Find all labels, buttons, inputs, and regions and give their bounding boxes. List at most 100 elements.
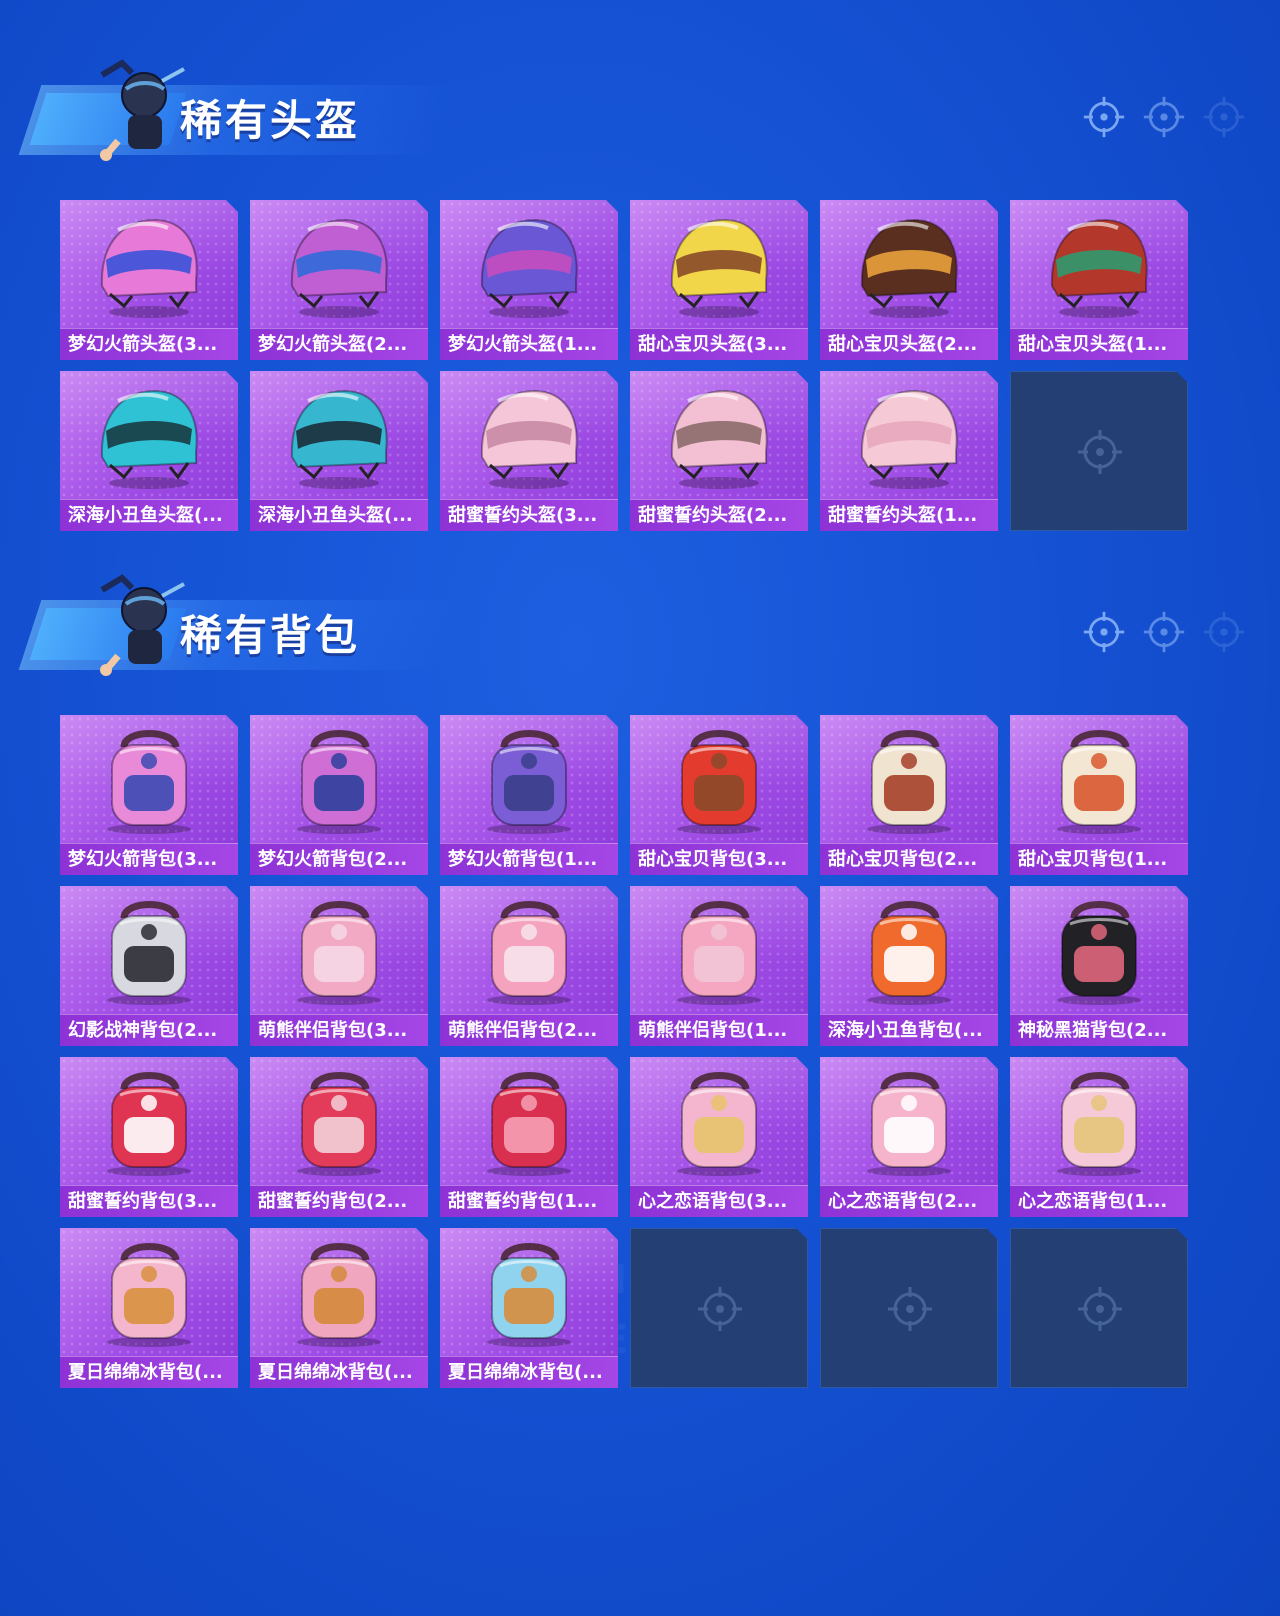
crosshair-icon xyxy=(696,1285,744,1333)
item-card[interactable]: 甜蜜誓约头盔(3... xyxy=(440,371,618,531)
item-card[interactable]: 梦幻火箭头盔(2... xyxy=(250,200,428,360)
empty-slot xyxy=(1010,371,1188,531)
target-icon xyxy=(1143,96,1185,138)
item-label: 深海小丑鱼背包(... xyxy=(820,1014,998,1046)
item-label: 萌熊伴侣背包(3... xyxy=(250,1014,428,1046)
item-label: 萌熊伴侣背包(1... xyxy=(630,1014,808,1046)
helmet-icon xyxy=(464,379,594,491)
empty-slot xyxy=(630,1228,808,1388)
target-icon xyxy=(1083,611,1125,653)
item-label: 心之恋语背包(2... xyxy=(820,1185,998,1217)
item-card[interactable]: 甜心宝贝头盔(1... xyxy=(1010,200,1188,360)
item-card[interactable]: 幻影战神背包(2... xyxy=(60,886,238,1046)
target-icon xyxy=(1143,611,1185,653)
item-label: 甜蜜誓约头盔(3... xyxy=(440,499,618,531)
item-label: 幻影战神背包(2... xyxy=(60,1014,238,1046)
item-card[interactable]: 甜蜜誓约背包(2... xyxy=(250,1057,428,1217)
item-label: 深海小丑鱼头盔(... xyxy=(60,499,238,531)
item-label: 萌熊伴侣背包(2... xyxy=(440,1014,618,1046)
item-card[interactable]: 甜蜜誓约头盔(2... xyxy=(630,371,808,531)
item-label: 甜蜜誓约头盔(1... xyxy=(820,499,998,531)
item-card[interactable]: 甜蜜誓约背包(1... xyxy=(440,1057,618,1217)
target-icon xyxy=(1203,96,1245,138)
backpack-icon xyxy=(464,1236,594,1348)
item-card[interactable]: 心之恋语背包(1... xyxy=(1010,1057,1188,1217)
item-label: 甜心宝贝背包(3... xyxy=(630,843,808,875)
backpack-icon xyxy=(654,894,784,1006)
mascot-icon xyxy=(92,55,192,165)
item-card[interactable]: 甜心宝贝背包(2... xyxy=(820,715,998,875)
item-label: 梦幻火箭背包(2... xyxy=(250,843,428,875)
helmet-icon xyxy=(84,208,214,320)
backpack-icon xyxy=(274,723,404,835)
item-label: 心之恋语背包(1... xyxy=(1010,1185,1188,1217)
helmet-icon xyxy=(274,379,404,491)
helmet-icon xyxy=(654,208,784,320)
item-card[interactable]: 心之恋语背包(3... xyxy=(630,1057,808,1217)
helmet-icon xyxy=(464,208,594,320)
item-card[interactable]: 萌熊伴侣背包(1... xyxy=(630,886,808,1046)
item-card[interactable]: 梦幻火箭背包(3... xyxy=(60,715,238,875)
item-label: 心之恋语背包(3... xyxy=(630,1185,808,1217)
item-label: 神秘黑猫背包(2... xyxy=(1010,1014,1188,1046)
crosshair-icon xyxy=(1076,1285,1124,1333)
helmet-icon xyxy=(274,208,404,320)
item-card[interactable]: 夏日绵绵冰背包(... xyxy=(440,1228,618,1388)
item-card[interactable]: 甜心宝贝头盔(3... xyxy=(630,200,808,360)
mascot-icon xyxy=(92,570,192,680)
item-card[interactable]: 萌熊伴侣背包(3... xyxy=(250,886,428,1046)
item-card[interactable]: 甜蜜誓约头盔(1... xyxy=(820,371,998,531)
backpack-icon xyxy=(274,1065,404,1177)
backpack-icon xyxy=(84,723,214,835)
backpack-icon xyxy=(274,1236,404,1348)
item-card[interactable]: 梦幻火箭头盔(3... xyxy=(60,200,238,360)
item-card[interactable]: 甜蜜誓约背包(3... xyxy=(60,1057,238,1217)
item-label: 夏日绵绵冰背包(... xyxy=(440,1356,618,1388)
empty-slot xyxy=(820,1228,998,1388)
crosshair-icon xyxy=(1076,428,1124,476)
backpack-icon xyxy=(84,1065,214,1177)
backpack-icon xyxy=(654,1065,784,1177)
item-card[interactable]: 神秘黑猫背包(2... xyxy=(1010,886,1188,1046)
target-icon xyxy=(1203,611,1245,653)
item-card[interactable]: 心之恋语背包(2... xyxy=(820,1057,998,1217)
item-card[interactable]: 深海小丑鱼背包(... xyxy=(820,886,998,1046)
backpack-icon xyxy=(464,894,594,1006)
item-label: 夏日绵绵冰背包(... xyxy=(250,1356,428,1388)
crosshair-icon xyxy=(886,1285,934,1333)
item-card[interactable]: 深海小丑鱼头盔(... xyxy=(60,371,238,531)
decor-target-icons xyxy=(1082,610,1252,658)
backpack-icon xyxy=(844,894,974,1006)
item-card[interactable]: 梦幻火箭背包(1... xyxy=(440,715,618,875)
item-card[interactable]: 深海小丑鱼头盔(... xyxy=(250,371,428,531)
item-label: 甜心宝贝头盔(3... xyxy=(630,328,808,360)
item-label: 梦幻火箭背包(3... xyxy=(60,843,238,875)
item-card[interactable]: 甜心宝贝头盔(2... xyxy=(820,200,998,360)
backpack-icon xyxy=(464,723,594,835)
item-label: 甜心宝贝头盔(2... xyxy=(820,328,998,360)
backpack-icon xyxy=(654,723,784,835)
item-card[interactable]: 夏日绵绵冰背包(... xyxy=(250,1228,428,1388)
item-card[interactable]: 甜心宝贝背包(1... xyxy=(1010,715,1188,875)
item-card[interactable]: 夏日绵绵冰背包(... xyxy=(60,1228,238,1388)
item-card[interactable]: 甜心宝贝背包(3... xyxy=(630,715,808,875)
item-card[interactable]: 梦幻火箭背包(2... xyxy=(250,715,428,875)
backpack-icon xyxy=(464,1065,594,1177)
item-label: 梦幻火箭头盔(1... xyxy=(440,328,618,360)
backpack-icon xyxy=(84,1236,214,1348)
backpack-icon xyxy=(844,1065,974,1177)
item-label: 夏日绵绵冰背包(... xyxy=(60,1356,238,1388)
item-card[interactable]: 萌熊伴侣背包(2... xyxy=(440,886,618,1046)
item-label: 甜蜜誓约背包(1... xyxy=(440,1185,618,1217)
helmet-icon xyxy=(844,379,974,491)
helmet-icon xyxy=(844,208,974,320)
item-card[interactable]: 梦幻火箭头盔(1... xyxy=(440,200,618,360)
backpack-icon xyxy=(84,894,214,1006)
backpack-icon xyxy=(844,723,974,835)
item-label: 甜心宝贝背包(1... xyxy=(1010,843,1188,875)
helmet-icon xyxy=(1034,208,1164,320)
backpack-icon xyxy=(1034,723,1164,835)
backpack-icon xyxy=(274,894,404,1006)
item-label: 梦幻火箭头盔(3... xyxy=(60,328,238,360)
backpack-icon xyxy=(1034,894,1164,1006)
